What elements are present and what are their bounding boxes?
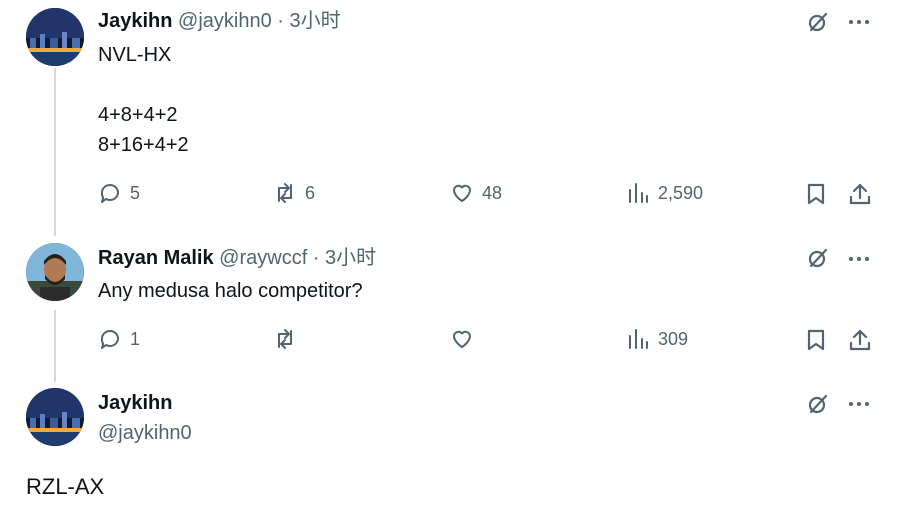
- retweet-icon: [278, 183, 292, 203]
- author-name[interactable]: Rayan Malik: [98, 247, 214, 269]
- grok-icon[interactable]: [806, 392, 830, 421]
- author-name[interactable]: Jaykihn: [98, 10, 172, 32]
- views-button[interactable]: 2,590: [626, 181, 703, 205]
- view-count: 2,590: [658, 182, 704, 203]
- more-dots-icon[interactable]: [849, 20, 869, 24]
- tweet-header: Jaykihn @jaykihn0 · 3小时: [98, 9, 341, 33]
- like-button[interactable]: 48: [450, 181, 502, 205]
- more-dots-icon[interactable]: [849, 257, 869, 261]
- thread-line: [54, 310, 56, 382]
- reply-button[interactable]: 5: [98, 181, 140, 205]
- author-handle-time[interactable]: @jaykihn0 · 3小时: [178, 10, 341, 32]
- grok-icon[interactable]: [806, 10, 830, 39]
- author-name[interactable]: Jaykihn: [98, 391, 172, 415]
- avatar-rayan-malik[interactable]: [26, 243, 84, 301]
- heart-icon: [453, 184, 471, 202]
- views-button[interactable]: 309: [626, 327, 688, 351]
- like-button[interactable]: [450, 327, 482, 351]
- views-bar-chart-icon: [629, 183, 648, 203]
- grok-icon[interactable]: [806, 246, 830, 275]
- retweet-count: 6: [305, 182, 316, 203]
- more-dots-icon[interactable]: [849, 402, 869, 406]
- reply-count: 1: [130, 328, 141, 349]
- thread-line: [54, 68, 56, 236]
- reply-count: 5: [130, 182, 141, 203]
- reply-icon: [100, 330, 119, 349]
- tweet-header: Rayan Malik @raywccf · 3小时: [98, 246, 376, 270]
- views-bar-chart-icon: [629, 329, 648, 349]
- tweet-text: Any medusa halo competitor?: [98, 280, 363, 302]
- retweet-button[interactable]: 6: [273, 181, 315, 205]
- share-icon[interactable]: [848, 328, 872, 357]
- author-handle-time[interactable]: @raywccf · 3小时: [219, 247, 376, 269]
- bookmark-icon[interactable]: [804, 182, 828, 211]
- avatar-jaykihn[interactable]: [26, 8, 84, 66]
- view-count: 309: [658, 328, 689, 349]
- tweet-text: NVL-HX 4+8+4+2 8+16+4+2: [98, 44, 189, 156]
- like-count: 48: [482, 182, 503, 203]
- retweet-button[interactable]: [273, 327, 305, 351]
- tweet-text: RZL-AX: [26, 474, 105, 499]
- share-icon[interactable]: [848, 182, 872, 211]
- reply-button[interactable]: 1: [98, 327, 140, 351]
- reply-icon: [100, 184, 119, 203]
- author-handle[interactable]: @jaykihn0: [98, 421, 192, 445]
- avatar-jaykihn[interactable]: [26, 388, 84, 446]
- heart-icon: [453, 330, 471, 348]
- bookmark-icon[interactable]: [804, 328, 828, 357]
- retweet-icon: [278, 329, 292, 349]
